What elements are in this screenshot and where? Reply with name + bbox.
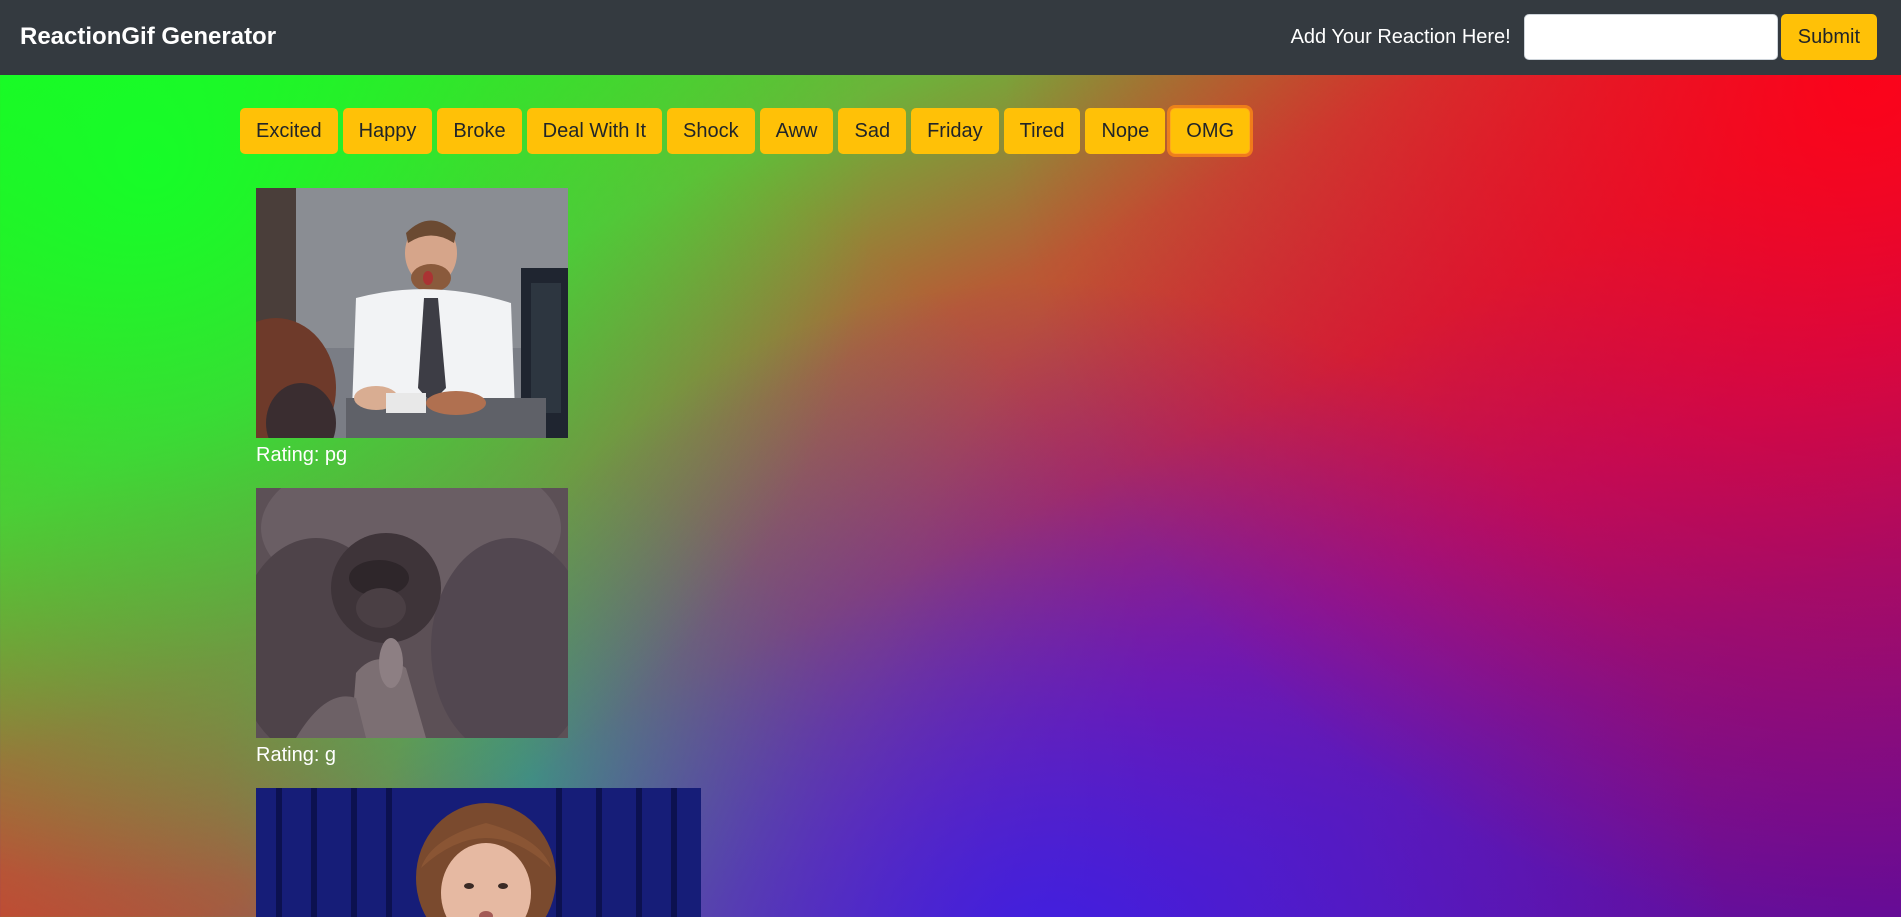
- reaction-button-omg[interactable]: OMG: [1170, 108, 1251, 154]
- gif-rating: Rating: pg: [256, 444, 348, 466]
- reaction-button-friday[interactable]: Friday: [911, 108, 999, 154]
- gif-image[interactable]: [256, 488, 568, 738]
- reaction-button-tired[interactable]: Tired: [1003, 108, 1081, 154]
- reaction-button-sad[interactable]: Sad: [838, 108, 907, 154]
- reaction-button-aww[interactable]: Aww: [759, 108, 834, 154]
- gif-image[interactable]: [256, 188, 568, 438]
- reaction-prompt-label: Add Your Reaction Here!: [1290, 25, 1511, 48]
- submit-button[interactable]: Submit: [1780, 14, 1877, 60]
- gif-card: [256, 788, 701, 917]
- reaction-button-row: Excited Happy Broke Deal With It Shock A…: [240, 108, 1251, 154]
- main-content: Excited Happy Broke Deal With It Shock A…: [0, 75, 1901, 917]
- gif-rating: Rating: g: [256, 744, 337, 766]
- gif-card: Rating: pg: [256, 188, 568, 467]
- reaction-button-shock[interactable]: Shock: [667, 108, 755, 154]
- reaction-button-happy[interactable]: Happy: [342, 108, 433, 154]
- reaction-input[interactable]: [1523, 14, 1778, 60]
- reaction-button-nope[interactable]: Nope: [1085, 108, 1166, 154]
- reaction-button-deal-with-it[interactable]: Deal With It: [526, 108, 663, 154]
- reaction-form: Add Your Reaction Here! Submit: [1291, 14, 1877, 60]
- gif-image[interactable]: [256, 788, 701, 917]
- brand-title[interactable]: ReactionGif Generator: [20, 22, 276, 52]
- reaction-button-broke[interactable]: Broke: [437, 108, 522, 154]
- navbar: ReactionGif Generator Add Your Reaction …: [0, 0, 1901, 75]
- gif-card: Rating: g: [256, 488, 568, 767]
- reaction-button-excited[interactable]: Excited: [240, 108, 338, 154]
